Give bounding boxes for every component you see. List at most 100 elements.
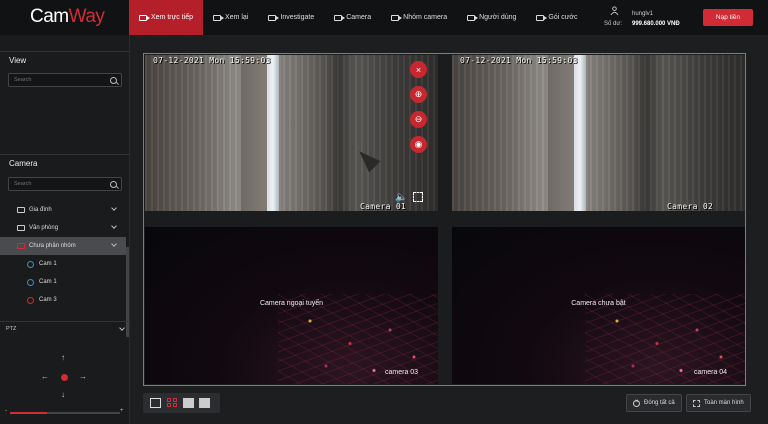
arrow-right-icon[interactable]: →	[79, 372, 87, 381]
nav-item-camera-group[interactable]: Nhóm camera	[381, 0, 457, 35]
camera-search-input[interactable]: Search	[8, 177, 122, 191]
camera-status-icon	[27, 261, 34, 268]
zoom-slider[interactable]	[10, 412, 120, 414]
zoom-in-icon[interactable]: ⊕	[410, 86, 427, 103]
fullscreen-icon	[693, 399, 700, 407]
nav-item-label: Xem lại	[225, 14, 249, 21]
close-all-button[interactable]: Đóng tất cả	[626, 394, 682, 412]
camera-timestamp: 07-12-2021 Mon 15:59:03	[153, 56, 271, 65]
group-item-family[interactable]: Gia đình	[0, 201, 126, 219]
zoom-out-label[interactable]: -	[5, 408, 7, 414]
camera-status-message: Camera chưa bật	[571, 300, 626, 307]
camera-list-item[interactable]: Cam 3	[0, 292, 126, 310]
nav-item-investigate[interactable]: Investigate	[258, 0, 324, 35]
video-camera-icon	[391, 14, 403, 21]
layout-switcher	[143, 393, 220, 413]
ptz-label: PTZ	[6, 326, 17, 332]
zoom-out-icon[interactable]: ⊖	[410, 111, 427, 128]
main-nav: Xem trực tiếp Xem lại Investigate Camera…	[129, 0, 588, 35]
chevron-down-icon	[111, 241, 117, 247]
layout-2x2-icon[interactable]	[167, 398, 178, 408]
zoom-in-label[interactable]: +	[120, 408, 124, 414]
user-name: hunglv1	[632, 11, 654, 17]
group-label: Văn phòng	[29, 225, 59, 231]
ptz-center-button[interactable]	[61, 374, 68, 381]
camera-status-message: Camera ngoại tuyến	[259, 300, 324, 307]
snapshot-icon[interactable]: ◉	[410, 136, 427, 153]
camera-label: Cam 3	[39, 297, 57, 303]
search-placeholder: Search	[14, 77, 32, 83]
close-circle-icon	[633, 399, 640, 407]
nav-item-label: Người dùng	[479, 14, 517, 21]
scene-pole	[574, 55, 586, 211]
fullscreen-icon[interactable]	[413, 192, 423, 202]
nav-item-plans[interactable]: Gói cước	[526, 0, 587, 35]
camera-name-osd: Camera 02	[667, 202, 714, 211]
chevron-down-icon	[111, 223, 117, 229]
camera-list-item[interactable]: Cam 1	[0, 274, 126, 292]
layout-4x4-icon[interactable]	[199, 398, 210, 408]
group-item-ungrouped[interactable]: Chưa phân nhóm	[0, 237, 126, 255]
close-all-label: Đóng tất cả	[644, 400, 675, 406]
video-camera-icon	[268, 14, 280, 21]
camera-timestamp: 07-12-2021 Mon 15:59:03	[460, 56, 578, 65]
nav-item-label: Nhóm camera	[403, 14, 448, 21]
sidebar: View Search Camera Search Gia đình Văn p…	[0, 35, 130, 424]
nav-item-playback[interactable]: Xem lại	[203, 0, 258, 35]
topup-button[interactable]: Nạp tiền	[703, 9, 753, 26]
user-icon	[610, 6, 619, 15]
nav-item-camera[interactable]: Camera	[324, 0, 381, 35]
video-camera-icon	[334, 14, 346, 21]
view-search-input[interactable]: Search	[8, 73, 122, 87]
camera-name: camera 03	[385, 369, 419, 376]
nav-item-label: Xem trực tiếp	[151, 14, 194, 21]
nav-item-label: Gói cước	[548, 14, 578, 21]
camera-title: Camera	[9, 159, 38, 168]
group-label: Chưa phân nhóm	[29, 243, 76, 249]
sidebar-scrollbar[interactable]	[126, 247, 129, 337]
divider	[0, 321, 130, 322]
search-placeholder: Search	[14, 181, 32, 187]
chevron-down-icon	[111, 205, 117, 211]
search-icon	[110, 77, 117, 84]
balance-label: Số dư:	[604, 21, 623, 27]
camera-status-icon	[27, 279, 34, 286]
camera-name-osd: Camera 01	[360, 202, 407, 211]
scene-pole	[267, 55, 279, 211]
mouse-cursor-icon	[353, 145, 381, 173]
close-icon[interactable]: ×	[410, 61, 427, 78]
fullscreen-label: Toàn màn hình	[704, 400, 744, 406]
camera-list-item[interactable]: Cam 1	[0, 256, 126, 274]
camera-name: camera 04	[694, 369, 728, 376]
nav-item-label: Investigate	[280, 14, 315, 21]
group-label: Gia đình	[29, 207, 52, 213]
zoom-slider-fill	[10, 412, 48, 414]
nav-item-users[interactable]: Người dùng	[457, 0, 526, 35]
camera-tile-2[interactable]: 07-12-2021 Mon 15:59:03 Camera 02	[452, 55, 745, 211]
logo[interactable]: CamWay	[30, 6, 105, 28]
folder-icon	[17, 243, 25, 249]
search-icon	[110, 181, 117, 188]
top-bar: CamWay Xem trực tiếp Xem lại Investigate…	[0, 0, 768, 35]
video-camera-icon	[139, 14, 150, 21]
camera-status-icon	[27, 297, 34, 304]
volume-icon[interactable]: 🔈	[395, 192, 407, 203]
main-area: 07-12-2021 Mon 15:59:03 Camera 01 × ⊕ ⊖ …	[130, 35, 768, 424]
video-camera-icon	[467, 14, 479, 21]
arrow-down-icon[interactable]: ↓	[61, 390, 65, 399]
nav-item-live[interactable]: Xem trực tiếp	[129, 0, 204, 35]
camera-tile-3[interactable]: Camera ngoại tuyến camera 03	[145, 227, 438, 384]
layout-3x3-icon[interactable]	[183, 398, 194, 408]
chevron-down-icon[interactable]	[119, 325, 125, 331]
arrow-left-icon[interactable]: ←	[41, 372, 49, 381]
ptz-control-pad: ↑ ← → ↓	[26, 345, 102, 411]
camera-grid: 07-12-2021 Mon 15:59:03 Camera 01 × ⊕ ⊖ …	[143, 53, 746, 386]
layout-1x1-icon[interactable]	[150, 398, 161, 408]
group-item-office[interactable]: Văn phòng	[0, 219, 126, 237]
fullscreen-button[interactable]: Toàn màn hình	[686, 394, 751, 412]
folder-icon	[17, 225, 25, 231]
camera-tile-4[interactable]: Camera chưa bật camera 04	[452, 227, 745, 384]
camera-tile-1[interactable]: 07-12-2021 Mon 15:59:03 Camera 01 × ⊕ ⊖ …	[145, 55, 438, 211]
video-camera-icon	[536, 14, 548, 21]
arrow-up-icon[interactable]: ↑	[61, 353, 65, 362]
